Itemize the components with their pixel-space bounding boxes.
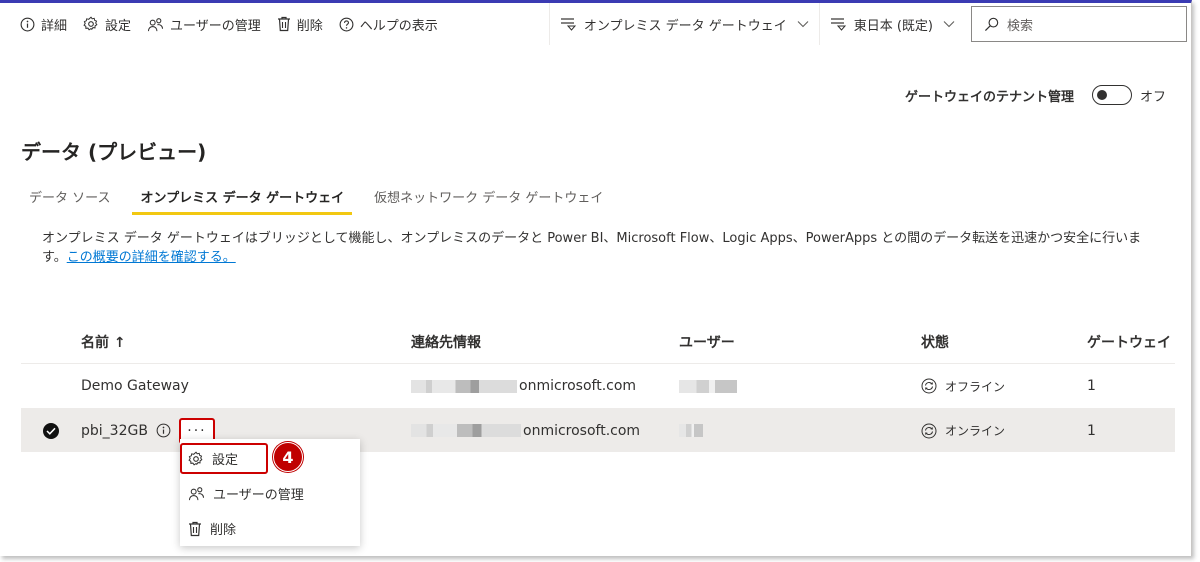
- manage-users-label: ユーザーの管理: [170, 18, 261, 34]
- table-row[interactable]: Demo Gateway onmicrosoft.com オフライン 1: [21, 364, 1175, 408]
- chevron-down-icon: [797, 21, 809, 28]
- info-icon[interactable]: [156, 423, 171, 438]
- gateway-type-dropdown[interactable]: オンプレミス データ ゲートウェイ: [548, 3, 819, 45]
- search-icon: [984, 17, 999, 31]
- sync-icon: [921, 378, 937, 394]
- status-cell: オフライン: [921, 378, 1087, 395]
- gateway-table: 名前 ↑ 連絡先情報 ユーザー 状態 ゲートウェイ Demo Gateway o…: [21, 321, 1175, 452]
- menu-item-manage-users[interactable]: ユーザーの管理: [180, 476, 360, 511]
- tenant-management-state: オフ: [1139, 89, 1166, 105]
- tab-virtual-network-gateways[interactable]: 仮想ネットワーク データ ゲートウェイ: [366, 183, 611, 215]
- chevron-down-icon: [943, 21, 955, 28]
- gear-icon: [83, 16, 98, 31]
- gateway-name: pbi_32GB: [81, 422, 148, 439]
- region-dropdown[interactable]: 東日本 (既定): [818, 3, 965, 45]
- command-bar: 詳細 設定 ユーザーの管理 削除 ヘルプの表示 オンプレミス データ ゲートウェ…: [0, 3, 1191, 45]
- menu-item-label: 削除: [210, 523, 237, 538]
- gateway-name: Demo Gateway: [81, 378, 189, 394]
- toggle-knob: [1096, 90, 1107, 100]
- command-bar-right: オンプレミス データ ゲートウェイ 東日本 (既定) 検索: [548, 3, 1191, 45]
- filter-icon: [560, 18, 576, 31]
- people-icon: [188, 487, 205, 501]
- menu-item-delete[interactable]: 削除: [180, 511, 360, 546]
- contact-suffix: onmicrosoft.com: [523, 422, 641, 439]
- gateway-count: 1: [1087, 378, 1096, 394]
- table-header: 名前 ↑ 連絡先情報 ユーザー 状態 ゲートウェイ: [21, 321, 1175, 364]
- status-text: オンライン: [945, 424, 1006, 438]
- search-placeholder: 検索: [1007, 18, 1034, 34]
- learn-more-link[interactable]: この概要の詳細を確認する。: [67, 250, 236, 265]
- sync-icon: [921, 423, 937, 438]
- redacted-users: [679, 424, 703, 437]
- column-header-contact[interactable]: 連絡先情報: [411, 332, 679, 352]
- help-button[interactable]: ヘルプの表示: [331, 3, 446, 45]
- column-header-gateway[interactable]: ゲートウェイ: [1087, 332, 1175, 352]
- help-label: ヘルプの表示: [359, 18, 438, 34]
- details-button[interactable]: 詳細: [0, 3, 75, 45]
- gateway-count: 1: [1087, 422, 1096, 439]
- menu-item-label: ユーザーの管理: [213, 488, 304, 503]
- status-cell: オンライン: [921, 422, 1087, 439]
- row-select-cell[interactable]: [21, 422, 81, 439]
- description: オンプレミス データ ゲートウェイはブリッジとして機能し、オンプレミスのデータと…: [42, 229, 1152, 267]
- row-context-menu: 設定 ユーザーの管理 削除: [180, 439, 360, 546]
- page-title: データ (プレビュー): [21, 140, 207, 164]
- column-header-users[interactable]: ユーザー: [679, 332, 921, 352]
- delete-label: 削除: [296, 18, 323, 34]
- contact-info: onmicrosoft.com: [411, 378, 679, 394]
- manage-users-button[interactable]: ユーザーの管理: [139, 3, 269, 45]
- tab-bar: データ ソース オンプレミス データ ゲートウェイ 仮想ネットワーク データ ゲ…: [21, 183, 625, 215]
- tenant-management-toggle[interactable]: [1091, 85, 1132, 105]
- info-icon: [20, 17, 35, 31]
- app-frame: 詳細 設定 ユーザーの管理 削除 ヘルプの表示 オンプレミス データ ゲートウェ…: [0, 0, 1192, 556]
- gear-icon: [188, 450, 203, 465]
- filter-icon: [830, 18, 846, 31]
- people-icon: [147, 17, 164, 31]
- checkmark-icon: [43, 422, 59, 439]
- users-cell: [679, 424, 921, 437]
- tab-on-premises-gateways[interactable]: オンプレミス データ ゲートウェイ: [132, 183, 352, 215]
- gateway-type-value: オンプレミス データ ゲートウェイ: [583, 18, 787, 34]
- contact-info: onmicrosoft.com: [411, 423, 679, 439]
- settings-label: 設定: [105, 18, 132, 34]
- contact-suffix: onmicrosoft.com: [519, 378, 637, 394]
- trash-icon: [277, 16, 290, 32]
- menu-item-settings[interactable]: 設定: [180, 443, 268, 474]
- column-header-name[interactable]: 名前 ↑: [81, 332, 411, 352]
- step-callout-badge: 4: [273, 442, 303, 472]
- tenant-management: ゲートウェイのテナント管理 オフ: [905, 85, 1166, 105]
- search-input[interactable]: 検索: [971, 6, 1187, 42]
- delete-button[interactable]: 削除: [269, 3, 331, 45]
- redacted-contact: [411, 424, 521, 437]
- redacted-contact: [411, 379, 517, 393]
- settings-button[interactable]: 設定: [75, 3, 139, 45]
- trash-icon: [189, 521, 201, 536]
- region-value: 東日本 (既定): [853, 18, 933, 34]
- column-header-status[interactable]: 状態: [921, 332, 1087, 352]
- help-icon: [339, 17, 354, 31]
- users-cell: [679, 379, 921, 393]
- redacted-users: [679, 379, 737, 393]
- tenant-management-label: ゲートウェイのテナント管理: [904, 89, 1074, 105]
- details-label: 詳細: [41, 18, 68, 34]
- status-text: オフライン: [945, 379, 1006, 394]
- tab-data-sources[interactable]: データ ソース: [21, 183, 118, 215]
- menu-item-label: 設定: [212, 453, 239, 468]
